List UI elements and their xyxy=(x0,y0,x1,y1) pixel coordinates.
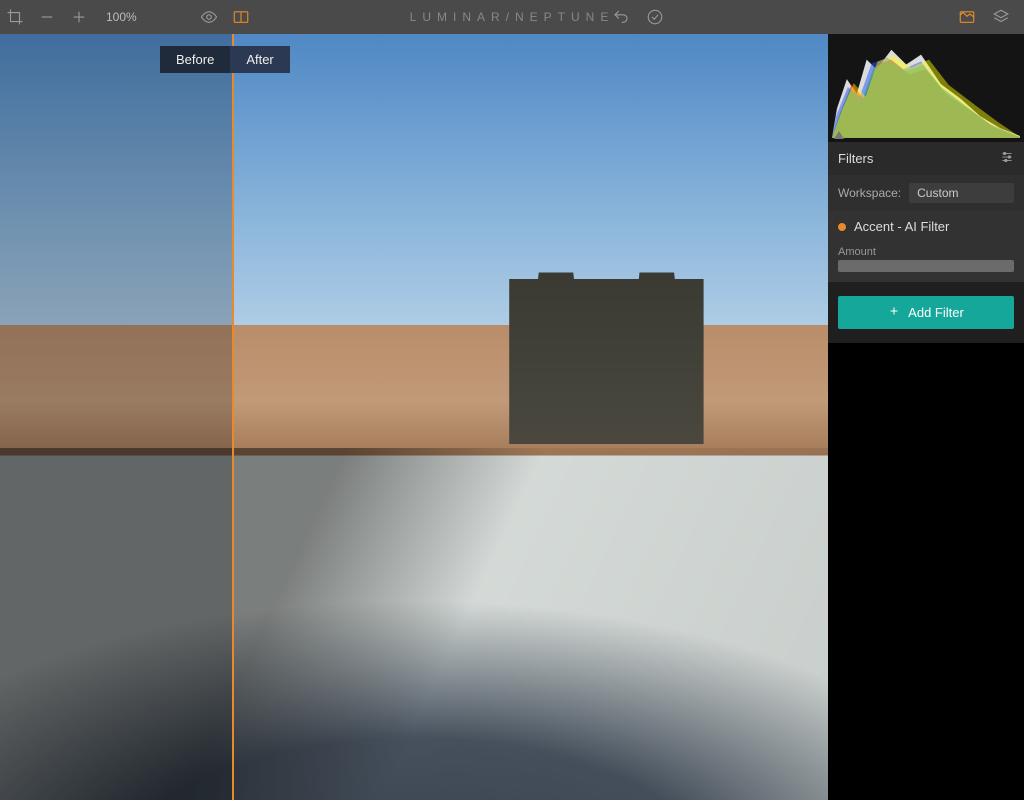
filter-title-row[interactable]: Accent - AI Filter xyxy=(828,211,1024,242)
crop-icon[interactable] xyxy=(6,8,24,26)
compare-slider-handle[interactable] xyxy=(232,34,234,800)
zoom-in-button[interactable] xyxy=(70,8,88,26)
before-label: Before xyxy=(160,46,230,73)
param-label: Amount xyxy=(838,246,1014,258)
filter-enabled-dot-icon[interactable] xyxy=(838,223,846,231)
workspace: Before After Filters Workspace: Custom xyxy=(0,34,1024,800)
zoom-out-button[interactable] xyxy=(38,8,56,26)
amount-slider[interactable] xyxy=(838,260,1014,272)
workspace-select[interactable]: Custom xyxy=(909,183,1014,203)
add-filter-button[interactable]: Add Filter xyxy=(838,296,1014,329)
plus-icon xyxy=(888,305,900,320)
filter-name: Accent - AI Filter xyxy=(854,219,949,234)
preview-eye-icon[interactable] xyxy=(200,8,218,26)
layers-panel-icon[interactable] xyxy=(992,8,1010,26)
compare-labels: Before After xyxy=(160,46,290,73)
panel-empty-area xyxy=(828,343,1024,800)
app-title: LUMINAR/NEPTUNE xyxy=(0,10,1024,24)
filter-accent-ai: Accent - AI Filter Amount xyxy=(828,211,1024,282)
workspace-row: Workspace: Custom xyxy=(828,175,1024,211)
presets-panel-icon[interactable] xyxy=(958,8,976,26)
filters-heading: Filters xyxy=(838,151,873,166)
histogram-graph xyxy=(832,40,1020,138)
zoom-level[interactable]: 100% xyxy=(106,10,137,24)
add-filter-label: Add Filter xyxy=(908,305,964,320)
after-label: After xyxy=(230,46,289,73)
right-panel: Filters Workspace: Custom Accent - AI Fi… xyxy=(828,34,1024,800)
filters-header: Filters xyxy=(828,142,1024,175)
canvas-area[interactable]: Before After xyxy=(0,34,828,800)
top-toolbar: 100% LUMINAR/NEPTUNE xyxy=(0,0,1024,34)
undo-button[interactable] xyxy=(612,8,630,26)
before-region xyxy=(0,34,232,800)
histogram-shadow-clip-icon[interactable] xyxy=(834,131,844,139)
filters-settings-icon[interactable] xyxy=(1000,150,1014,167)
histogram[interactable] xyxy=(828,34,1024,142)
history-check-icon[interactable] xyxy=(646,8,664,26)
workspace-label: Workspace: xyxy=(838,186,901,200)
filter-param-amount: Amount xyxy=(828,242,1024,282)
compare-split-icon[interactable] xyxy=(232,8,250,26)
